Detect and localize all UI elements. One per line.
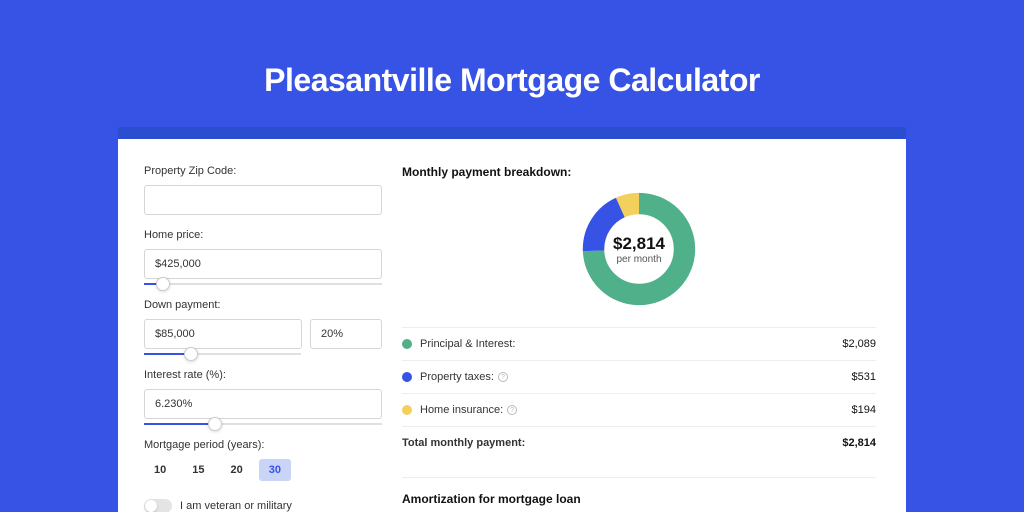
donut-center-sub: per month (616, 254, 661, 265)
period-btn-15[interactable]: 15 (182, 459, 214, 481)
down-payment-label: Down payment: (144, 299, 382, 311)
interest-field: Interest rate (%): (144, 369, 382, 425)
interest-slider-fill (144, 423, 215, 425)
form-panel: Property Zip Code: Home price: Down paym… (144, 165, 382, 512)
legend-label-taxes: Property taxes: ? (420, 371, 508, 383)
amortization-block: Amortization for mortgage loan Amortizat… (402, 477, 876, 512)
calculator-card: Property Zip Code: Home price: Down paym… (118, 139, 906, 512)
calculator-card-outer: Property Zip Code: Home price: Down paym… (118, 127, 906, 512)
legend-value-insurance: $194 (852, 404, 876, 416)
legend-value-taxes: $531 (852, 371, 876, 383)
veteran-label: I am veteran or military (180, 500, 292, 512)
donut-center-value: $2,814 (613, 234, 665, 254)
legend-row-total: Total monthly payment: $2,814 (402, 427, 876, 459)
period-field: Mortgage period (years): 10 15 20 30 (144, 439, 382, 481)
legend-row-insurance: Home insurance: ? $194 (402, 394, 876, 427)
period-btn-30[interactable]: 30 (259, 459, 291, 481)
home-price-input[interactable] (144, 249, 382, 279)
legend-label-insurance: Home insurance: ? (420, 404, 517, 416)
donut-chart: $2,814 per month (579, 189, 699, 309)
legend-dot-taxes (402, 372, 412, 382)
donut-center: $2,814 per month (579, 189, 699, 309)
home-price-field: Home price: (144, 229, 382, 285)
donut-chart-wrap: $2,814 per month (402, 189, 876, 309)
period-label: Mortgage period (years): (144, 439, 382, 451)
veteran-row: I am veteran or military (144, 499, 382, 512)
info-icon[interactable]: ? (507, 405, 517, 415)
interest-slider-thumb[interactable] (208, 417, 222, 431)
interest-label: Interest rate (%): (144, 369, 382, 381)
page-title: Pleasantville Mortgage Calculator (0, 0, 1024, 127)
veteran-toggle[interactable] (144, 499, 172, 512)
legend-dot-principal (402, 339, 412, 349)
veteran-toggle-knob (145, 500, 157, 512)
down-payment-input[interactable] (144, 319, 302, 349)
legend-value-total: $2,814 (842, 437, 876, 449)
home-price-slider-thumb[interactable] (156, 277, 170, 291)
breakdown-title: Monthly payment breakdown: (402, 165, 876, 179)
down-payment-pct-input[interactable] (310, 319, 382, 349)
breakdown-legend: Principal & Interest: $2,089 Property ta… (402, 327, 876, 459)
legend-label-principal: Principal & Interest: (420, 338, 515, 350)
zip-field: Property Zip Code: (144, 165, 382, 215)
down-payment-field: Down payment: (144, 299, 382, 355)
down-payment-slider-thumb[interactable] (184, 347, 198, 361)
legend-row-taxes: Property taxes: ? $531 (402, 361, 876, 394)
legend-value-principal: $2,089 (842, 338, 876, 350)
period-options: 10 15 20 30 (144, 459, 382, 481)
down-payment-slider[interactable] (144, 353, 301, 355)
legend-dot-insurance (402, 405, 412, 415)
interest-slider[interactable] (144, 423, 382, 425)
home-price-slider[interactable] (144, 283, 382, 285)
legend-row-principal: Principal & Interest: $2,089 (402, 328, 876, 361)
breakdown-panel: Monthly payment breakdown: $2,814 per mo… (402, 165, 876, 512)
interest-input[interactable] (144, 389, 382, 419)
zip-input[interactable] (144, 185, 382, 215)
info-icon[interactable]: ? (498, 372, 508, 382)
home-price-label: Home price: (144, 229, 382, 241)
period-btn-20[interactable]: 20 (221, 459, 253, 481)
zip-label: Property Zip Code: (144, 165, 382, 177)
legend-label-total: Total monthly payment: (402, 437, 525, 449)
period-btn-10[interactable]: 10 (144, 459, 176, 481)
amortization-title: Amortization for mortgage loan (402, 492, 876, 506)
